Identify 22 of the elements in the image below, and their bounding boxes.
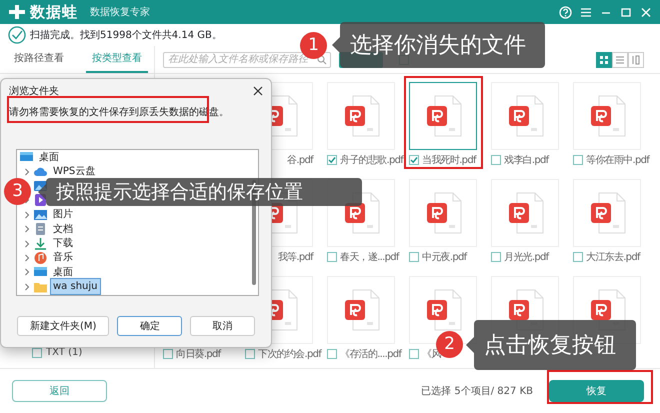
callout-tooltip: 按照提示选择合适的保存位置 [46,178,362,206]
selection-summary: 已选择 5个项目/ 827 KB [421,384,533,398]
app-logo-text: 数据蛙 [30,2,78,23]
scan-status: 扫描完成。找到51998个文件共4.14 GB。 [30,28,222,42]
app-subtitle: 数据恢复专家 [90,6,150,20]
file-name: 下次的约会.pdf [258,348,322,362]
callout-tooltip: 点击恢复按钮 [474,320,636,370]
file-name: 戏李白.pdf [504,154,548,168]
file-name: 大江东去.pdf [586,250,640,264]
dialog-title: 浏览文件夹 [9,84,59,98]
file-name: 舟子的悲歌.pdf [340,154,404,168]
file-name: 月光光.pdf [504,250,548,264]
file-name: 《存活的....pdf [340,348,402,362]
file-type-label: TXT (1) [46,346,82,360]
file-name: 我等.pdf [278,250,313,264]
file-name: 等你在雨中.pdf [586,154,650,168]
file-name: 谷.pdf [287,154,313,168]
file-name: 向日葵.pdf [176,348,220,362]
callout-tooltip: 选择你消失的文件 [340,22,545,68]
file-name: 中元夜.pdf [422,250,466,264]
file-name: 当我死时.pdf [422,154,476,168]
file-name: 春天，遂...pdf [340,250,399,264]
